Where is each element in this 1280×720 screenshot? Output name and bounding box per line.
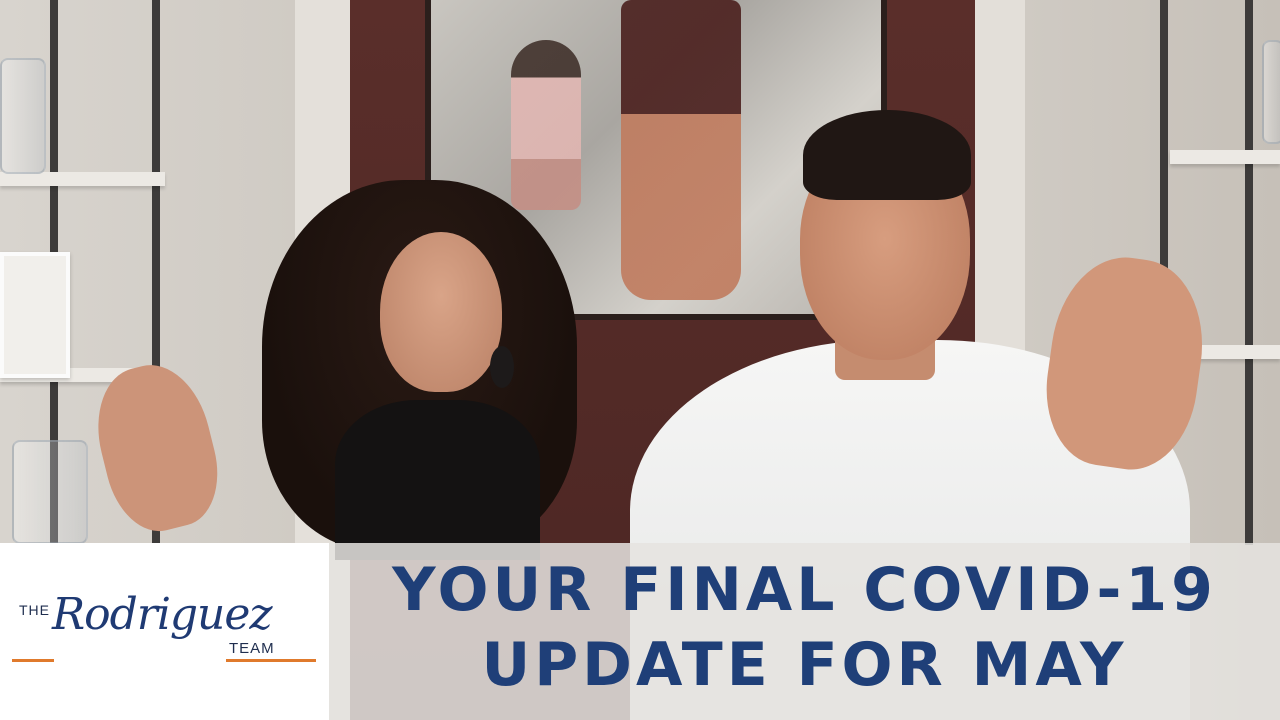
glass-jar [0,58,46,174]
headline-line-2: UPDATE FOR MAY [481,630,1128,700]
left-shelf [0,172,165,186]
right-shelf [1190,345,1280,359]
logo-accent-line [226,659,316,662]
woman-top [335,400,540,560]
headline-line-1: YOUR FINAL COVID-19 [392,555,1217,625]
glass-jar [12,440,88,544]
painting-child-figure [511,40,581,210]
woman-face [380,232,502,392]
logo-wordmark: Rodriguez [52,589,273,640]
painting-woman-figure [621,0,741,300]
man-hair [803,110,971,200]
framed-photo [0,252,70,378]
right-shelf-post [1245,0,1253,545]
logo-suffix: TEAM [229,640,275,657]
logo-accent-line [12,659,54,662]
earring [490,346,514,388]
logo-prefix: THE [19,602,50,618]
right-shelf [1170,150,1280,164]
glass-jar [1262,40,1280,144]
